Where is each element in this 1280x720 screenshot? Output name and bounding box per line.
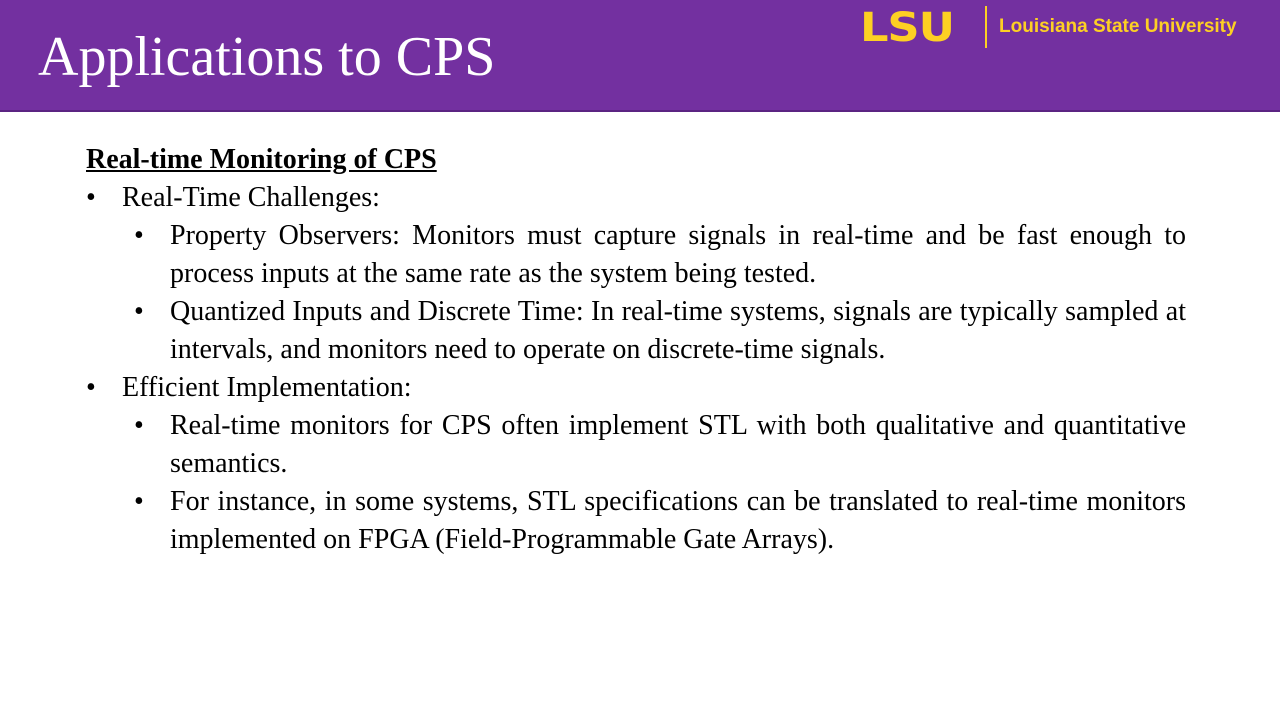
sub-bullet-list: • Property Observers: Monitors must capt… [122,217,1186,369]
sub-bullet-text: Real-time monitors for CPS often impleme… [170,410,1186,479]
title-bar: Applications to CPS LSU Louisiana State … [0,0,1280,112]
sub-bullet-list: • Real-time monitors for CPS often imple… [122,407,1186,559]
sub-bullet-text: Property Observers: Monitors must captur… [170,220,1186,289]
bullet-label: Efficient Implementation: [122,372,412,403]
logo-mark: LSU [860,5,955,51]
sub-bullet-item: • Property Observers: Monitors must capt… [122,217,1186,293]
sub-bullet-item: • Real-time monitors for CPS often imple… [122,407,1186,483]
slide-title: Applications to CPS [38,26,496,88]
bullet-list: • Real-Time Challenges: • Property Obser… [86,179,1186,559]
sub-bullet-item: • Quantized Inputs and Discrete Time: In… [122,293,1186,369]
bullet-icon: • [134,220,144,251]
bullet-icon: • [134,410,144,441]
section-heading: Real-time Monitoring of CPS [86,144,437,175]
slide-body: Real-time Monitoring of CPS • Real-Time … [86,141,1186,559]
bullet-icon: • [86,372,96,403]
sub-bullet-text: Quantized Inputs and Discrete Time: In r… [170,296,1186,365]
sub-bullet-item: • For instance, in some systems, STL spe… [122,483,1186,559]
sub-bullet-text: For instance, in some systems, STL speci… [170,486,1186,555]
bullet-item-real-time-challenges: • Real-Time Challenges: • Property Obser… [86,179,1186,369]
bullet-icon: • [134,296,144,327]
logo-university-name: Louisiana State University [999,16,1237,37]
slide: Applications to CPS LSU Louisiana State … [0,0,1280,720]
bullet-label: Real-Time Challenges: [122,182,380,213]
bullet-icon: • [134,486,144,517]
bullet-icon: • [86,182,96,213]
logo-divider [985,6,987,48]
bullet-item-efficient-implementation: • Efficient Implementation: • Real-time … [86,369,1186,559]
